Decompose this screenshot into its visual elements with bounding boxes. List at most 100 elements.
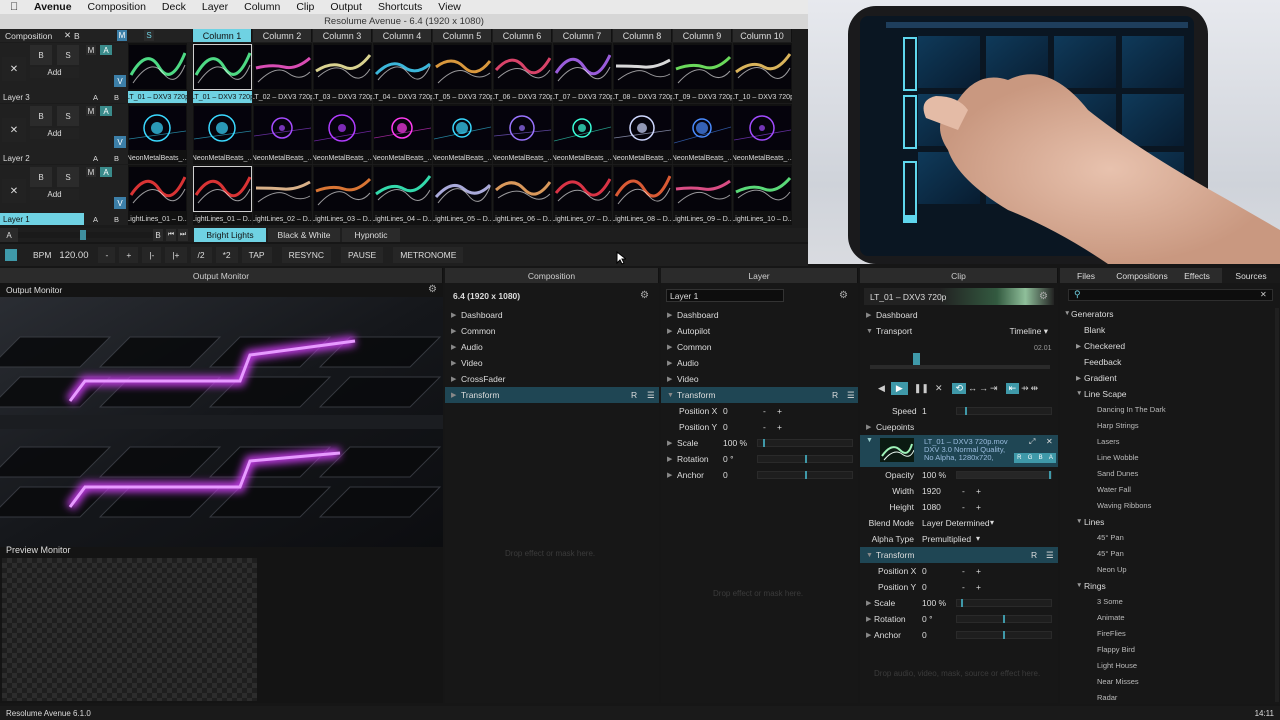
clip-transform-row[interactable]: ▼ Transform R ☰: [860, 547, 1058, 563]
layer-video-button[interactable]: V: [114, 75, 126, 87]
layer-crossfade-b-button[interactable]: B: [114, 93, 119, 102]
bpm-nudge-plus-button[interactable]: |+: [165, 247, 187, 263]
source-item[interactable]: Line Wobble: [1097, 453, 1139, 462]
clip-cell[interactable]: LightLines_07 – D...: [553, 165, 612, 225]
layer-section-row[interactable]: ▶ Audio: [661, 355, 858, 371]
slider-knob[interactable]: [1003, 615, 1005, 623]
clip-prop-value[interactable]: 1080: [922, 499, 941, 515]
clip-cell[interactable]: LT_03 – DXV3 720p: [313, 43, 372, 103]
layer-name-input[interactable]: [666, 289, 784, 302]
clip-cell[interactable]: LightLines_08 – D...: [613, 165, 672, 225]
clip-file-info[interactable]: ▼ LT_01 – DXV3 720p.mov DXV 3.0 Normal Q…: [860, 435, 1058, 467]
source-item[interactable]: Radar: [1097, 693, 1117, 702]
clip-cell[interactable]: LT_09 – DXV3 720p: [673, 43, 732, 103]
source-item[interactable]: Line Scape: [1084, 389, 1127, 399]
layer-prop-slider[interactable]: [757, 455, 853, 463]
clip-cell[interactable]: LT_10 – DXV3 720p: [733, 43, 792, 103]
dropdown-chevron-icon[interactable]: ▾: [976, 534, 980, 543]
column-header[interactable]: Column 5: [433, 29, 492, 42]
layer-video-button[interactable]: V: [114, 197, 126, 209]
layer-mute-button[interactable]: M: [86, 167, 96, 177]
layer-solo-button[interactable]: S: [57, 45, 79, 65]
crossfader-b-label[interactable]: B: [153, 229, 163, 241]
random-icon[interactable]: ✕: [935, 383, 943, 394]
layer-a-button[interactable]: A: [100, 106, 112, 116]
clip-cell[interactable]: LT_01 – DXV3 720p: [193, 43, 252, 103]
composition-bypass-button[interactable]: B: [74, 31, 80, 41]
loop-icon[interactable]: ⟲: [952, 382, 967, 394]
menu-icon[interactable]: ☰: [847, 390, 855, 401]
clip-cell[interactable]: NeonMetalBeats_...: [253, 104, 312, 164]
clip-prop-value[interactable]: Premultiplied: [922, 531, 971, 547]
layer-add-button[interactable]: Add: [30, 67, 79, 78]
layer-name-label[interactable]: Layer 1: [0, 213, 84, 225]
source-item[interactable]: Neon Up: [1097, 565, 1127, 574]
deck-next-icon[interactable]: ⏭: [178, 229, 188, 241]
layer-settings-gear-icon[interactable]: ⚙: [839, 290, 848, 301]
decrement-button[interactable]: -: [763, 403, 766, 419]
deck-tab[interactable]: Black & White: [268, 228, 340, 242]
column-header[interactable]: Column 6: [493, 29, 552, 42]
remove-source-icon[interactable]: ✕: [1046, 437, 1053, 446]
clip-transform-reset-button[interactable]: R: [1031, 550, 1037, 560]
clip-prop-value[interactable]: Layer Determined: [922, 515, 990, 531]
decrement-button[interactable]: -: [763, 419, 766, 435]
clip-cell[interactable]: LightLines_02 – D...: [253, 165, 312, 225]
layer-section-row[interactable]: ▶ Common: [661, 339, 858, 355]
apple-icon[interactable]: : [10, 1, 26, 13]
menu-shortcuts[interactable]: Shortcuts: [378, 1, 422, 13]
layer-clear-icon[interactable]: ✕: [2, 118, 26, 142]
slider-knob[interactable]: [805, 455, 807, 463]
layer-prop-value[interactable]: 0: [723, 403, 728, 419]
deck-prev-icon[interactable]: ⏮: [166, 229, 176, 241]
clip-transform-slider[interactable]: [956, 615, 1052, 623]
clip-cell[interactable]: NeonMetalBeats_...: [613, 104, 672, 164]
speed-slider-knob[interactable]: [965, 407, 967, 415]
menu-icon[interactable]: ☰: [647, 390, 655, 401]
output-settings-gear-icon[interactable]: ⚙: [428, 284, 437, 295]
column-header[interactable]: Column 8: [613, 29, 672, 42]
bpm-minus-button[interactable]: -: [98, 247, 116, 263]
increment-button[interactable]: +: [976, 579, 981, 595]
layer-preview-cell[interactable]: LightLines_01 – D...: [128, 165, 187, 225]
column-header[interactable]: Column 10: [733, 29, 792, 42]
slider-knob[interactable]: [763, 439, 765, 447]
clip-cell[interactable]: LT_04 – DXV3 720p: [373, 43, 432, 103]
menu-clip[interactable]: Clip: [296, 1, 314, 13]
cuepoints-row[interactable]: ▶ Cuepoints: [860, 419, 1058, 435]
browser-scrollbar[interactable]: [1275, 308, 1279, 702]
layer-a-button[interactable]: A: [100, 167, 112, 177]
source-item[interactable]: Generators: [1071, 309, 1114, 319]
layer-prop-value[interactable]: 0 °: [723, 451, 734, 467]
column-header[interactable]: Column 3: [313, 29, 372, 42]
column-header[interactable]: Column 7: [553, 29, 612, 42]
composition-solo-button[interactable]: S: [144, 30, 154, 41]
clip-transform-value[interactable]: 100 %: [922, 595, 946, 611]
layer-section-row[interactable]: ▶ Autopilot: [661, 323, 858, 339]
increment-button[interactable]: +: [976, 563, 981, 579]
bpm-sync-icon[interactable]: ⇹: [1031, 383, 1039, 394]
menu-layer[interactable]: Layer: [202, 1, 228, 13]
channel-a[interactable]: A: [1049, 455, 1053, 461]
clip-cell[interactable]: NeonMetalBeats_...: [313, 104, 372, 164]
layer-prop-value[interactable]: 0: [723, 419, 728, 435]
layer-solo-button[interactable]: S: [57, 106, 79, 126]
browser-search-input[interactable]: [1068, 289, 1273, 301]
composition-section-row[interactable]: ▶ Dashboard: [445, 307, 659, 323]
timeline-mode-icon[interactable]: ⇸: [1021, 383, 1029, 394]
source-item[interactable]: 45° Pan: [1097, 549, 1124, 558]
column-header[interactable]: Column 2: [253, 29, 312, 42]
deck-tab[interactable]: Hypnotic: [342, 228, 400, 242]
menu-output[interactable]: Output: [330, 1, 362, 13]
clip-cell[interactable]: LightLines_01 – D...: [193, 165, 252, 225]
clip-cell[interactable]: NeonMetalBeats_...: [433, 104, 492, 164]
pause-button[interactable]: PAUSE: [341, 247, 384, 263]
bpm-value[interactable]: 120.00: [59, 250, 88, 261]
menu-deck[interactable]: Deck: [162, 1, 186, 13]
composition-settings-gear-icon[interactable]: ⚙: [640, 290, 649, 301]
layer-section-row[interactable]: ▶ Dashboard: [661, 307, 858, 323]
column-header[interactable]: Column 4: [373, 29, 432, 42]
composition-transform-reset-button[interactable]: R: [631, 390, 637, 400]
layer-mute-button[interactable]: M: [86, 106, 96, 116]
column-header[interactable]: Column 9: [673, 29, 732, 42]
